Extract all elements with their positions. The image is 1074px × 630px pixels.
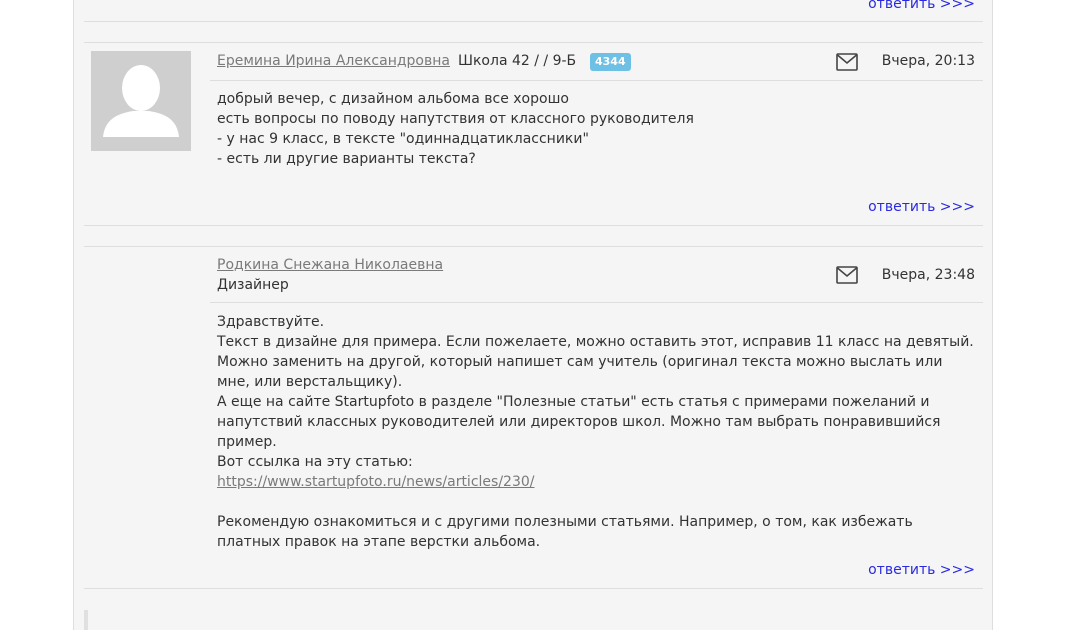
comment-date: Вчера, 23:48 — [881, 267, 975, 283]
avatar — [91, 51, 191, 151]
reply-link-previous[interactable]: ответить >>> — [868, 0, 975, 13]
comment-line: есть вопросы по поводу напутствия от кла… — [217, 111, 694, 127]
comment-author[interactable]: Еремина Ирина Александровна — [217, 52, 450, 70]
divider — [210, 80, 983, 81]
comment-line: Вот ссылка на эту статью: — [217, 454, 413, 470]
reply-link[interactable]: ответить >>> — [868, 198, 975, 216]
order-badge: 4344 — [590, 53, 631, 71]
comment-line: Текст в дизайне для примера. Если пожела… — [217, 334, 974, 350]
comment-line: - есть ли другие варианты текста? — [217, 151, 476, 167]
comment-body: Здравствуйте. Текст в дизайне для пример… — [217, 312, 977, 552]
divider — [84, 588, 983, 589]
comment-line: добрый вечер, с дизайном альбома все хор… — [217, 91, 569, 107]
divider — [84, 246, 983, 247]
envelope-icon[interactable] — [836, 53, 858, 71]
divider — [84, 21, 983, 22]
comment-line: - у нас 9 класс, в тексте "одиннадцатикл… — [217, 131, 589, 147]
comment-body: добрый вечер, с дизайном альбома все хор… — [217, 89, 977, 169]
comment-date: Вчера, 20:13 — [881, 53, 975, 69]
article-link[interactable]: https://www.startupfoto.ru/news/articles… — [217, 474, 534, 490]
comment-line: Здравствуйте. — [217, 314, 325, 330]
next-comment-stub — [84, 610, 88, 630]
divider — [84, 42, 983, 43]
divider — [84, 225, 983, 226]
comment-school: Школа 42 / / 9-Б — [458, 53, 577, 69]
comments-panel: ответить >>> Еремина Ирина Александровна… — [73, 0, 993, 630]
comment-line: Можно заменить на другой, который напише… — [217, 354, 943, 390]
envelope-icon[interactable] — [836, 266, 858, 284]
divider — [210, 302, 983, 303]
author-role: Дизайнер — [217, 277, 289, 293]
comment-author[interactable]: Родкина Снежана Николаевна — [217, 256, 443, 274]
reply-link[interactable]: ответить >>> — [868, 561, 975, 579]
comment-line: А еще на сайте Startupfoto в разделе "По… — [217, 394, 941, 450]
user-silhouette-icon — [103, 65, 179, 137]
comment-line: Рекомендую ознакомиться и с другими поле… — [217, 514, 913, 550]
